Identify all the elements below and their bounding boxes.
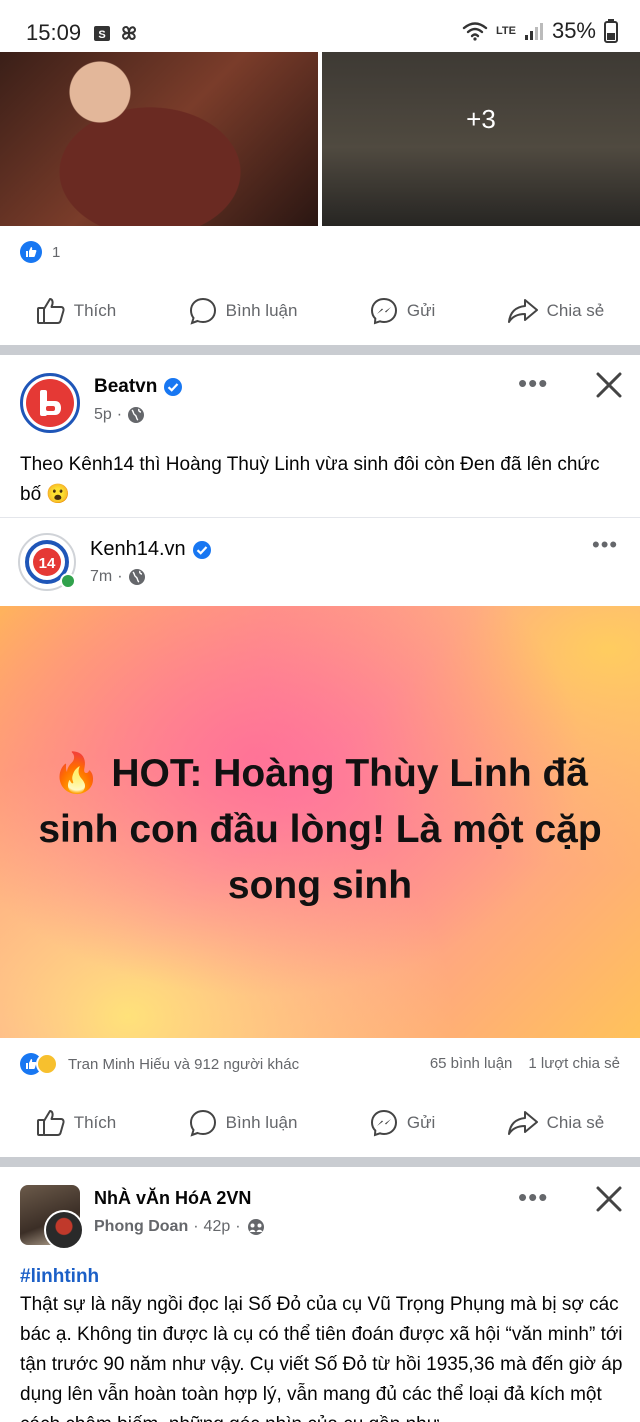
post-photo-1[interactable] [0, 52, 318, 226]
online-status-dot [60, 573, 76, 589]
signal-icon [524, 23, 543, 40]
reaction-names: Tran Minh Hiếu và 912 người khác [68, 1055, 300, 1073]
group-name[interactable]: NhÀ vĂn HóA 2VN [94, 1188, 251, 1209]
close-icon[interactable] [594, 370, 624, 400]
more-photos-overlay [322, 52, 640, 226]
comment-button[interactable]: Bình luận [188, 296, 298, 326]
beatvn-avatar[interactable] [20, 373, 80, 433]
card-headline: 🔥 HOT: Hoàng Thùy Linh đã sinh con đầu l… [38, 752, 602, 907]
post-separator [0, 1157, 640, 1167]
meta-dot: · [235, 1218, 241, 1235]
meta-dot: · [193, 1218, 199, 1235]
like-label: Thích [73, 301, 117, 320]
more-options-button[interactable]: ••• [518, 1184, 548, 1210]
shared-more-options-button[interactable]: ••• [592, 534, 618, 556]
haha-reaction-icon [36, 1053, 58, 1075]
share-label: Chia sẻ [546, 301, 605, 320]
shared-post-border [0, 517, 640, 518]
post-time[interactable]: 5p [94, 406, 112, 424]
comment-button[interactable]: Bình luận [188, 1108, 298, 1138]
like-button[interactable]: Thích [36, 296, 117, 326]
verified-badge-icon [164, 378, 183, 396]
share-icon [507, 299, 538, 323]
comment-label: Bình luận [225, 301, 298, 320]
like-reaction-icon [20, 241, 42, 263]
svg-text:S: S [98, 29, 105, 41]
share-button[interactable]: Chia sẻ [507, 1108, 605, 1138]
status-bar: 15:09 S LTE 35% [0, 0, 640, 52]
like-label: Thích [73, 1113, 117, 1132]
post-hashtag-line: #linhtinh [20, 1262, 99, 1292]
shared-author-name: Kenh14.vn [90, 538, 186, 560]
post-author[interactable]: Phong Doan [94, 1218, 188, 1236]
post-meta: Phong Doan · 42p · [94, 1218, 266, 1236]
wifi-icon [462, 22, 488, 41]
battery-icon [604, 19, 618, 43]
messenger-icon [370, 297, 397, 325]
send-label: Gửi [406, 1113, 436, 1132]
reaction-icons [20, 1053, 58, 1075]
post-separator [0, 345, 640, 355]
more-options-button[interactable]: ••• [518, 370, 548, 396]
engagement-stats: 65 bình luận 1 lượt chia sẻ [430, 1055, 620, 1072]
hashtag-link[interactable]: #linhtinh [20, 1266, 99, 1287]
verified-badge-icon [192, 540, 211, 559]
globe-icon [128, 569, 145, 585]
post-action-bar: Thích Bình luận Gửi Chia sẻ [0, 283, 640, 339]
shared-post-time[interactable]: 7m [90, 568, 112, 586]
meta-dot: · [116, 406, 123, 423]
post-time[interactable]: 42p [204, 1218, 231, 1236]
share-button[interactable]: Chia sẻ [507, 296, 605, 326]
status-time: 15:09 [26, 20, 82, 45]
close-icon[interactable] [594, 1184, 624, 1214]
reaction-summary[interactable]: Tran Minh Hiếu và 912 người khác [20, 1052, 299, 1076]
post-author[interactable]: Beatvn [94, 376, 183, 398]
comment-icon [189, 297, 216, 325]
send-label: Gửi [406, 301, 436, 320]
meta-dot: · [117, 568, 123, 585]
send-button[interactable]: Gửi [369, 1108, 435, 1138]
network-type: LTE [495, 24, 516, 37]
share-icon [507, 1111, 538, 1135]
author-name: Beatvn [94, 376, 158, 397]
share-label: Chia sẻ [546, 1113, 605, 1132]
messenger-icon [370, 1109, 397, 1137]
share-count[interactable]: 1 lượt chia sẻ [528, 1055, 620, 1072]
post-text: Theo Kênh14 thì Hoàng Thuỳ Linh vừa sinh… [20, 454, 600, 505]
post-text: Thật sự là nãy ngồi đọc lại Số Đỏ của cụ… [20, 1294, 623, 1422]
pinwheel-icon [121, 25, 137, 41]
battery-level: 35% [551, 18, 596, 43]
group-privacy-icon [247, 1219, 264, 1235]
globe-icon [128, 407, 145, 423]
svg-text:14: 14 [39, 555, 56, 572]
comment-icon [189, 1109, 216, 1137]
shared-post-meta: 7m · [90, 568, 146, 586]
send-button[interactable]: Gửi [369, 296, 435, 326]
text-post-card[interactable]: 🔥 HOT: Hoàng Thùy Linh đã sinh con đầu l… [0, 606, 640, 1038]
comment-label: Bình luận [225, 1113, 298, 1132]
post-photo-2[interactable]: +3 [322, 52, 640, 226]
shared-post-author[interactable]: Kenh14.vn [90, 538, 212, 561]
post-photo-grid[interactable]: +3 [0, 52, 640, 226]
thumbs-up-icon [36, 298, 65, 324]
reaction-count: 1 [52, 243, 61, 261]
member-avatar[interactable] [44, 1210, 84, 1250]
post-action-bar: Thích Bình luận Gửi Chia sẻ [0, 1095, 640, 1151]
like-button[interactable]: Thích [36, 1108, 117, 1138]
post-meta: 5p · [94, 406, 145, 424]
shop-notification-icon: S [94, 26, 110, 41]
reaction-summary[interactable]: 1 [20, 240, 60, 264]
comment-count[interactable]: 65 bình luận [430, 1055, 513, 1072]
more-photos-count: +3 [466, 104, 496, 134]
thumbs-up-icon [36, 1110, 65, 1136]
